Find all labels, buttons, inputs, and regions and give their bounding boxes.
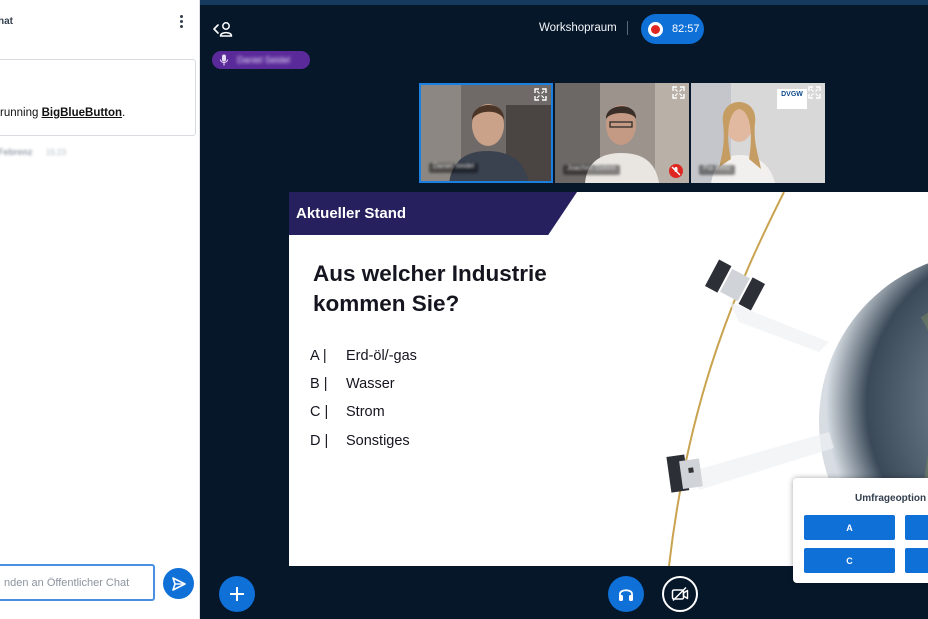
more-vertical-icon[interactable] <box>174 14 188 30</box>
bigbluebutton-link[interactable]: BigBlueButton <box>42 107 122 119</box>
chat-title: hat <box>0 16 13 27</box>
video-off-icon <box>671 586 689 602</box>
video-tile[interactable]: DVGW Pia Reitz <box>691 83 825 183</box>
actions-button[interactable] <box>219 576 255 612</box>
option-letter: A | <box>310 348 327 364</box>
answer-option: C | Strom <box>310 404 385 420</box>
poll-option-d-button[interactable]: D <box>905 548 928 573</box>
chat-panel: hat running BigBlueButton. Febrenz 15:23 <box>0 0 200 619</box>
answer-option: B | Wasser <box>310 376 395 392</box>
expand-icon[interactable] <box>534 88 547 101</box>
option-text: Sonstiges <box>346 433 410 449</box>
video-name-tag: Pia Reitz <box>699 165 736 175</box>
talker-name: Daniel Seidel <box>237 55 291 65</box>
user-list-toggle[interactable] <box>212 20 234 40</box>
room-name: Workshopraum <box>539 22 617 34</box>
video-name-tag: Daniel Seidel <box>429 163 479 173</box>
expand-icon[interactable] <box>808 86 821 99</box>
plus-icon <box>230 587 244 601</box>
option-text: Erd-öl/-gas <box>346 348 417 364</box>
video-tile[interactable]: Joachim Dohrm <box>555 83 689 183</box>
message-author: Febrenz <box>0 147 33 157</box>
answer-option: A | Erd-öl/-gas <box>310 348 417 364</box>
record-icon <box>648 21 663 37</box>
video-tile[interactable]: Daniel Seidel <box>419 83 553 183</box>
recording-time: 82:57 <box>672 23 700 35</box>
user-list-icon <box>213 22 233 37</box>
poll-title: Umfrageoption <box>855 493 927 504</box>
welcome-prefix: running <box>0 107 42 119</box>
send-button[interactable] <box>163 568 194 599</box>
slide-question: Aus welcher Industrie kommen Sie? <box>313 261 547 316</box>
option-text: Strom <box>346 404 385 420</box>
welcome-suffix: . <box>122 107 126 119</box>
video-button[interactable] <box>662 576 698 612</box>
dvgw-logo: DVGW <box>777 89 807 109</box>
send-icon <box>171 576 186 591</box>
option-letter: D | <box>310 433 329 449</box>
welcome-text: running BigBlueButton. <box>0 107 125 119</box>
answer-option: D | Sonstiges <box>310 433 410 449</box>
poll-option-c-button[interactable]: C <box>804 548 895 573</box>
poll-option-a-button[interactable]: A <box>804 515 895 540</box>
audio-button[interactable] <box>608 576 644 612</box>
welcome-message: running BigBlueButton. <box>0 59 196 136</box>
headphones-icon <box>619 589 633 601</box>
poll-option-b-button[interactable]: B <box>905 515 928 540</box>
option-letter: C | <box>310 404 329 420</box>
expand-icon[interactable] <box>672 86 685 99</box>
top-accent-bar <box>200 0 928 5</box>
recording-button[interactable]: 82:57 <box>641 14 704 44</box>
slide-banner-title: Aktueller Stand <box>296 205 407 222</box>
dvgw-logo-text: DVGW <box>781 91 803 98</box>
talking-indicator: Daniel Seidel <box>212 51 310 69</box>
divider <box>627 21 628 35</box>
chat-message-input[interactable] <box>0 564 155 601</box>
video-name-tag: Joachim Dohrm <box>563 165 621 175</box>
chat-header: hat <box>0 8 200 36</box>
message-time: 15:23 <box>46 148 67 157</box>
option-letter: B | <box>310 376 328 392</box>
option-text: Wasser <box>346 376 395 392</box>
muted-icon <box>669 164 683 178</box>
microphone-icon <box>219 54 229 66</box>
poll-panel: Umfrageoption A B C D <box>793 478 928 583</box>
